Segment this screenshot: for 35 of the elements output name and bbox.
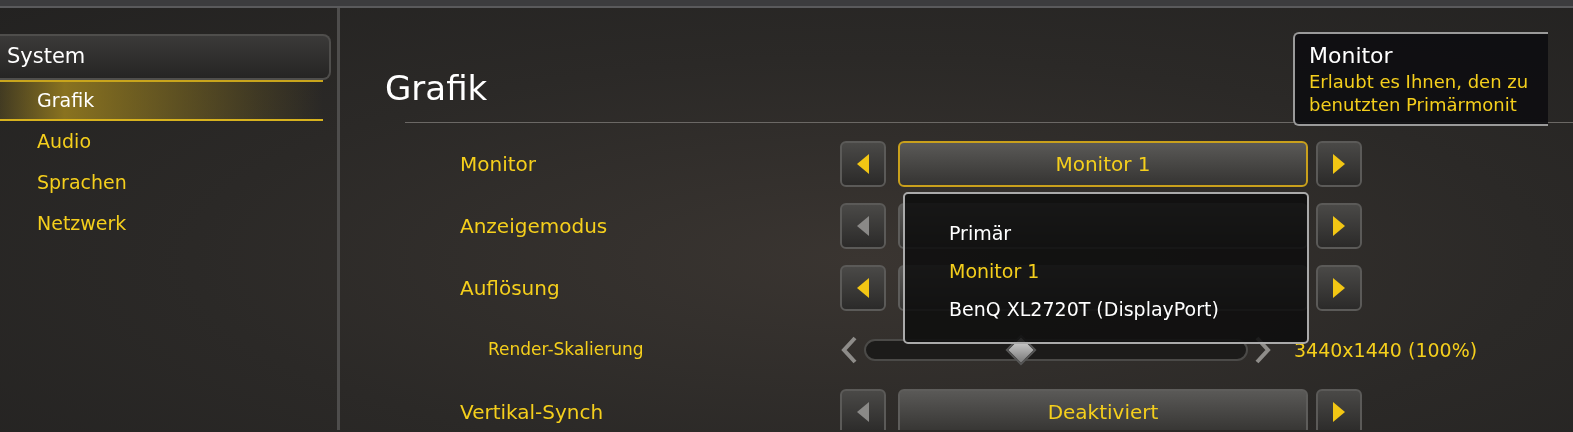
chevron-left-icon[interactable] — [840, 336, 858, 364]
next-button[interactable] — [1316, 203, 1362, 249]
dropdown-option[interactable]: Primär — [905, 214, 1307, 252]
left-triangle-icon — [855, 276, 871, 300]
next-button[interactable] — [1316, 265, 1362, 311]
setting-label: Vertikal-Synch — [459, 399, 605, 426]
dropdown-option[interactable]: BenQ XL2720T (DisplayPort) — [905, 290, 1307, 328]
section-header[interactable]: System — [0, 34, 331, 80]
previous-button[interactable] — [840, 141, 886, 187]
right-triangle-icon — [1331, 152, 1347, 176]
sidebar-item[interactable]: Sprachen — [0, 162, 323, 203]
dropdown-option[interactable]: Monitor 1 — [905, 252, 1307, 290]
page-title: Grafik — [385, 67, 488, 110]
left-triangle-icon — [855, 214, 871, 238]
tooltip-title: Monitor — [1309, 42, 1394, 70]
setting-label: Auflösung — [459, 275, 561, 302]
right-triangle-icon — [1331, 400, 1347, 424]
sidebar-item[interactable]: Grafik — [0, 80, 323, 121]
right-triangle-icon — [1331, 276, 1347, 300]
select-field[interactable]: Monitor 1 — [898, 141, 1308, 187]
previous-button[interactable] — [840, 265, 886, 311]
select-field[interactable]: Deaktiviert — [898, 389, 1308, 430]
left-triangle-icon — [855, 400, 871, 424]
next-button[interactable] — [1316, 389, 1362, 430]
sidebar-item[interactable]: Audio — [0, 121, 323, 162]
sidebar-item[interactable]: Netzwerk — [0, 203, 323, 244]
setting-label: Monitor — [459, 151, 538, 178]
right-triangle-icon — [1331, 214, 1347, 238]
setting-label: Anzeigemodus — [459, 213, 609, 240]
left-triangle-icon — [855, 152, 871, 176]
tooltip-text: Erlaubt es Ihnen, den zu — [1309, 70, 1529, 93]
slider-value: 3440x1440 (100%) — [1294, 337, 1478, 363]
next-button[interactable] — [1316, 141, 1362, 187]
tooltip-text: benutzten Primärmonit — [1309, 93, 1518, 116]
setting-label: Render-Skalierung — [487, 338, 645, 362]
